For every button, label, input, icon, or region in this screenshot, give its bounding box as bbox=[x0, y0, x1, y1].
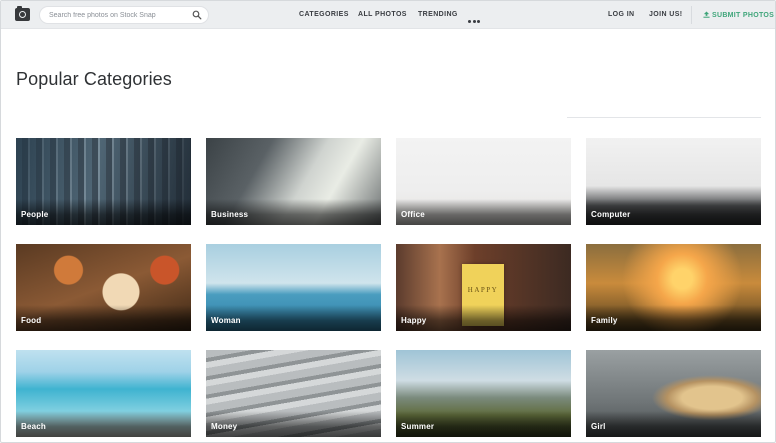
category-label: Happy bbox=[401, 316, 427, 325]
nav-categories[interactable]: CATEGORIES bbox=[299, 11, 349, 18]
category-label: Summer bbox=[401, 422, 435, 431]
category-label: Family bbox=[591, 316, 618, 325]
category-label: Beach bbox=[21, 422, 47, 431]
search-icon[interactable] bbox=[192, 10, 202, 20]
happy-book-text: HAPPY bbox=[467, 286, 499, 294]
category-label: Computer bbox=[591, 210, 631, 219]
tile-overlay bbox=[586, 411, 761, 437]
category-tile-money[interactable]: Money bbox=[206, 350, 381, 437]
category-tile-family[interactable]: Family bbox=[586, 244, 761, 331]
category-tile-summer[interactable]: Summer bbox=[396, 350, 571, 437]
category-label: Money bbox=[211, 422, 238, 431]
nav-trending[interactable]: TRENDING bbox=[418, 11, 458, 18]
submit-photos-button[interactable]: SUBMIT PHOTOS bbox=[703, 11, 774, 19]
category-label: Food bbox=[21, 316, 42, 325]
title-divider bbox=[567, 117, 761, 118]
more-dots-icon[interactable] bbox=[468, 10, 482, 23]
category-label: People bbox=[21, 210, 49, 219]
camera-logo-icon[interactable] bbox=[15, 6, 30, 21]
category-tile-business[interactable]: Business bbox=[206, 138, 381, 225]
category-label: Woman bbox=[211, 316, 241, 325]
search-input[interactable] bbox=[49, 7, 189, 23]
upload-icon bbox=[703, 11, 710, 18]
category-tile-food[interactable]: Food bbox=[16, 244, 191, 331]
search-box bbox=[39, 6, 209, 24]
category-tile-beach[interactable]: Beach bbox=[16, 350, 191, 437]
nav-divider bbox=[691, 6, 692, 24]
category-tile-computer[interactable]: Computer bbox=[586, 138, 761, 225]
category-label: Girl bbox=[591, 422, 606, 431]
category-label: Business bbox=[211, 210, 249, 219]
top-navbar: CATEGORIES ALL PHOTOS TRENDING LOG IN JO… bbox=[1, 1, 775, 29]
submit-photos-label: SUBMIT PHOTOS bbox=[712, 12, 775, 19]
category-tile-girl[interactable]: Girl bbox=[586, 350, 761, 437]
category-tile-happy[interactable]: HAPPY Happy bbox=[396, 244, 571, 331]
tile-overlay bbox=[16, 305, 191, 331]
category-label: Office bbox=[401, 210, 425, 219]
app-window: CATEGORIES ALL PHOTOS TRENDING LOG IN JO… bbox=[0, 0, 776, 443]
nav-all-photos[interactable]: ALL PHOTOS bbox=[358, 11, 407, 18]
category-tile-office[interactable]: Office bbox=[396, 138, 571, 225]
page-title: Popular Categories bbox=[16, 69, 172, 89]
category-tile-people[interactable]: People bbox=[16, 138, 191, 225]
login-link[interactable]: LOG IN bbox=[608, 11, 635, 18]
join-link[interactable]: JOIN US! bbox=[649, 11, 683, 18]
category-tile-woman[interactable]: Woman bbox=[206, 244, 381, 331]
